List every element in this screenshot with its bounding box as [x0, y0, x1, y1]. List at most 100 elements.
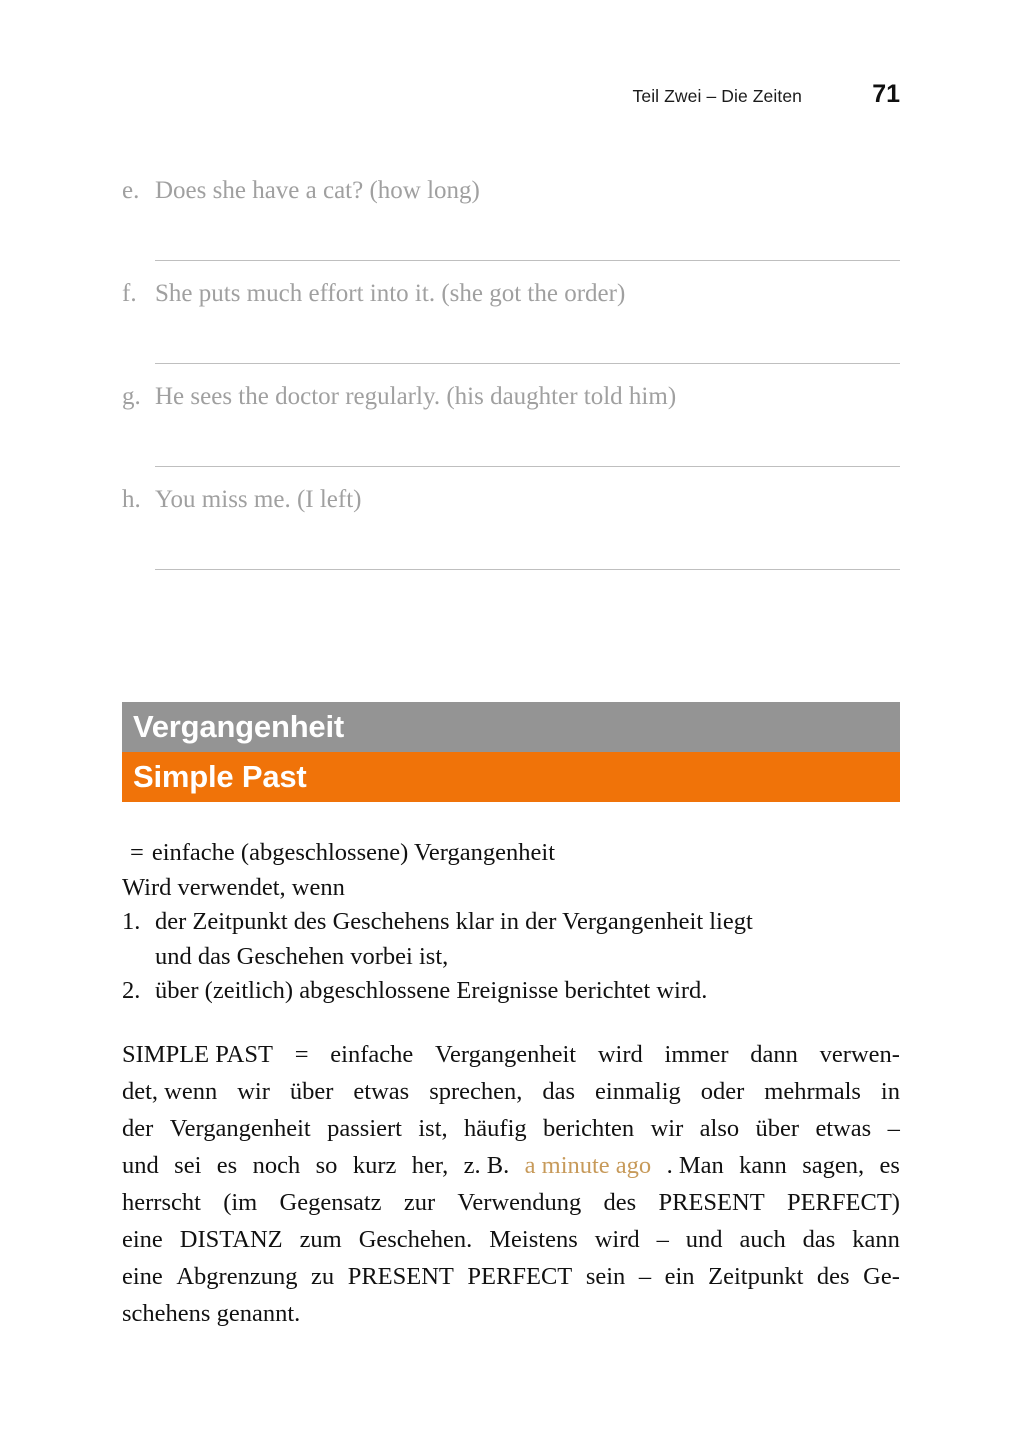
exercise-sentence-g: He sees the doctor regularly. (his daugh… [155, 383, 677, 410]
line2-w10: in [880, 1078, 900, 1105]
exercise-list: e. Does she have a cat? (how long) f. She … [122, 176, 900, 588]
answer-line-g[interactable] [155, 466, 900, 467]
line5-w1: herrscht [122, 1189, 201, 1216]
line7-w10: des [816, 1263, 850, 1290]
exercise-text-e: e. Does she have a cat? (how long) [122, 176, 900, 206]
body-paragraph: SIMPLE PAST = einfache Vergangenheit wir… [122, 1036, 900, 1332]
exercise-sentence-h: You miss me. (I left) [155, 486, 362, 513]
answer-line-e[interactable] [155, 260, 900, 261]
line1-w6: immer [664, 1041, 729, 1068]
paragraph-line-3: der Vergangenheit passiert ist, häufig b… [122, 1110, 900, 1147]
equals-sign: = [130, 839, 144, 866]
rule-item-1: 1. der Zeitpunkt des Geschehens klar in … [122, 905, 912, 974]
line1-w3: einfache [330, 1041, 414, 1068]
line7-w7: – [638, 1263, 652, 1290]
line6-w3: zum [299, 1226, 342, 1253]
exercise-marker-e: e. [122, 177, 140, 204]
line5-w3: Gegensatz [279, 1189, 382, 1216]
line5-w5: Verwendung [457, 1189, 582, 1216]
line2-w6: das [542, 1078, 576, 1105]
line3-w8: also [699, 1115, 740, 1142]
line4-w3: es [216, 1152, 238, 1179]
line6-w6: wird [594, 1226, 640, 1253]
line4-w7: her, [411, 1152, 449, 1179]
line2-w9: mehrmals [764, 1078, 861, 1105]
line7-w4: PRESENT [347, 1263, 454, 1290]
answer-line-f[interactable] [155, 363, 900, 364]
exercise-text-g: g. He sees the doctor regularly. (his dau… [122, 382, 900, 412]
line3-w10: etwas [815, 1115, 872, 1142]
line3-w5: häufig [464, 1115, 527, 1142]
line4-w11: kann [739, 1152, 787, 1179]
section-heading: Vergangenheit Simple Past [122, 702, 900, 802]
line6-w9: auch [739, 1226, 786, 1253]
paragraph-line-5: herrscht (im Gegensatz zur Verwendung de… [122, 1184, 900, 1221]
rule-text-1-line2: und das Geschehen vorbei ist, [155, 942, 449, 970]
line2-w7: einmalig [595, 1078, 681, 1105]
line4-w8: z. B. [463, 1152, 510, 1179]
line4-w6: kurz [352, 1152, 397, 1179]
running-header: Teil Zwei – Die Zeiten 71 [122, 80, 900, 114]
line8-w1: schehens genannt. [122, 1300, 301, 1327]
definition-block: = einfache (abgeschlossene) Vergangenheit… [122, 836, 912, 1009]
definition-equals-line: = einfache (abgeschlossene) Vergangenheit [122, 836, 912, 871]
line5-w4: zur [403, 1189, 436, 1216]
line2-w3: über [289, 1078, 334, 1105]
line6-w8: und [685, 1226, 723, 1253]
line7-w5: PERFECT [467, 1263, 573, 1290]
rule-number-2: 2. [122, 977, 141, 1004]
line3-w9: über [755, 1115, 800, 1142]
line7-w3: zu [311, 1263, 335, 1290]
line3-w4: ist, [418, 1115, 448, 1142]
line2-w8: oder [700, 1078, 745, 1105]
line4-w5: so [315, 1152, 338, 1179]
line7-w8: ein [664, 1263, 695, 1290]
highlighted-example-phrase: a minute ago [524, 1152, 652, 1179]
definition-intro: Wird verwendet, wenn [122, 873, 345, 901]
section-banner-english: Simple Past [122, 752, 900, 802]
line4-w2: sei [174, 1152, 202, 1179]
line4-w1: und [122, 1152, 159, 1179]
exercise-marker-f: f. [122, 280, 137, 307]
line7-w9: Zeitpunkt [708, 1263, 804, 1290]
line1-w2: = [294, 1041, 309, 1068]
exercise-text-f: f. She puts much effort into it. (she got… [122, 279, 900, 309]
line3-w6: berichten [543, 1115, 635, 1142]
line3-w11: – [887, 1115, 900, 1142]
rule-text-1-line1: der Zeitpunkt des Geschehens klar in der… [155, 908, 753, 935]
line4-w10: . Man [666, 1152, 724, 1179]
exercise-marker-g: g. [122, 383, 141, 410]
section-banner-german: Vergangenheit [122, 702, 900, 752]
line5-w7: PRESENT [658, 1189, 765, 1216]
line2-w2: wir [237, 1078, 270, 1105]
line1-w1: SIMPLE PAST [122, 1041, 273, 1068]
answer-line-h[interactable] [155, 569, 900, 570]
line1-w4: Vergangenheit [435, 1041, 577, 1068]
line7-w2: Abgrenzung [176, 1263, 298, 1290]
line6-w10: das [802, 1226, 836, 1253]
line5-w6: des [603, 1189, 637, 1216]
page-number: 71 [872, 80, 900, 108]
exercise-text-h: h. You miss me. (I left) [122, 485, 900, 515]
definition-equals-text: einfache (abgeschlossene) Vergangenheit [151, 839, 556, 866]
exercise-sentence-f: She puts much effort into it. (she got t… [155, 280, 626, 307]
paragraph-line-4: und sei es noch so kurz her, z. B. a min… [122, 1147, 900, 1184]
rule-number-1: 1. [122, 908, 141, 935]
line1-w5: wird [597, 1041, 643, 1068]
line5-w2: (im [223, 1189, 258, 1216]
exercise-sentence-e: Does she have a cat? (how long) [155, 177, 480, 204]
exercise-item-e: e. Does she have a cat? (how long) [122, 176, 900, 279]
line6-w7: – [656, 1226, 669, 1253]
line2-w1: det, wenn [122, 1078, 218, 1105]
line4-w13: es [879, 1152, 900, 1179]
line2-w4: etwas [353, 1078, 410, 1105]
line7-w1: eine [122, 1263, 163, 1290]
rule-item-2: 2. über (zeitlich) abgeschlossene Ereign… [122, 974, 912, 1009]
line1-w7: dann [750, 1041, 798, 1068]
line2-w5: sprechen, [429, 1078, 523, 1105]
line7-w11: Ge- [863, 1263, 900, 1290]
line7-w6: sein [585, 1263, 626, 1290]
paragraph-line-7: eine Abgrenzung zu PRESENT PERFECT sein … [122, 1258, 900, 1295]
line4-w4: noch [252, 1152, 301, 1179]
line6-w1: eine [122, 1226, 163, 1253]
